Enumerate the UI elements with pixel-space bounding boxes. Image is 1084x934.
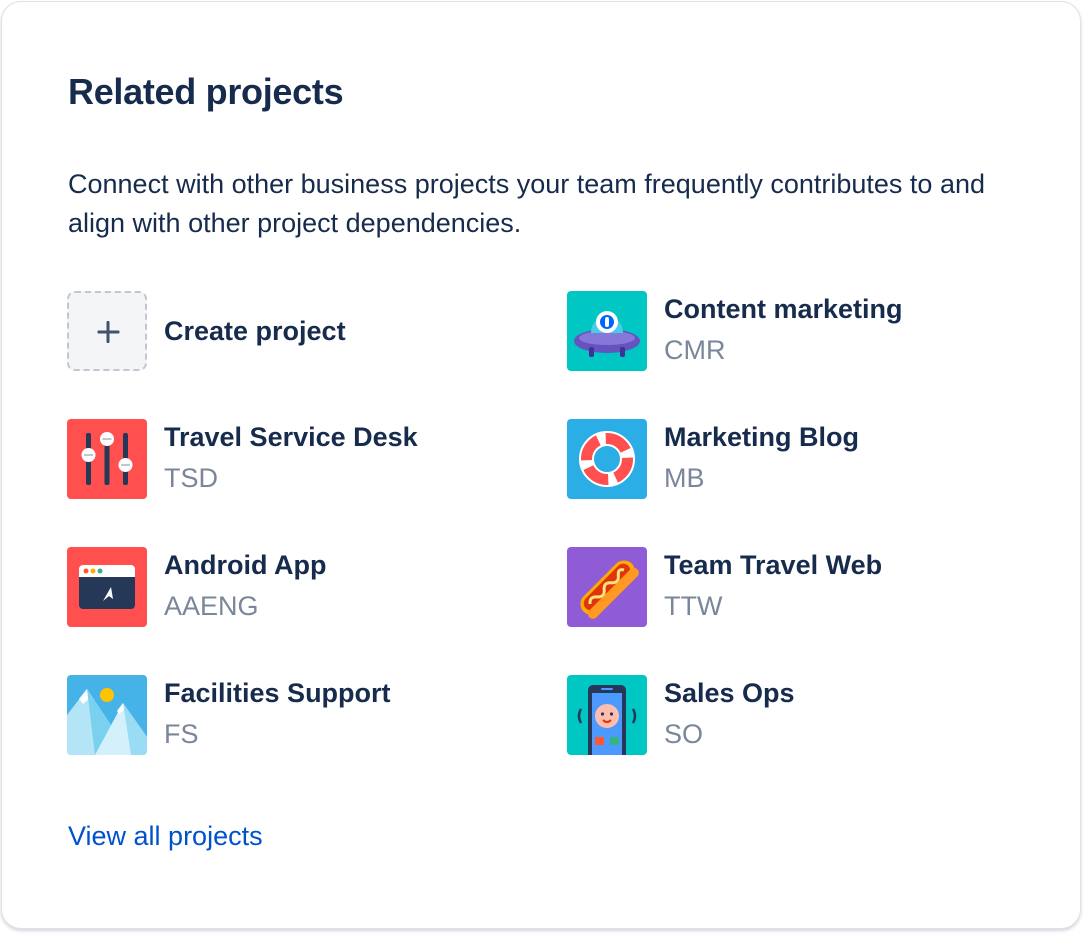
project-key: CMR <box>664 335 726 365</box>
related-projects-card: Related projects Connect with other busi… <box>1 1 1081 929</box>
project-name: Marketing Blog <box>664 422 860 452</box>
plus-icon <box>67 291 147 371</box>
lifebuoy-icon <box>567 419 647 499</box>
create-project-label: Create project <box>164 316 346 346</box>
project-name: Team Travel Web <box>664 550 883 580</box>
create-project-button[interactable]: Create project <box>67 291 346 371</box>
project-name: Travel Service Desk <box>164 422 418 452</box>
project-item-sales-ops[interactable]: Sales Ops SO <box>567 675 795 755</box>
project-key: TTW <box>664 591 723 621</box>
project-name: Sales Ops <box>664 678 795 708</box>
sliders-icon <box>67 419 147 499</box>
mountains-icon <box>67 675 147 755</box>
project-item-facilities-support[interactable]: Facilities Support FS <box>67 675 391 755</box>
project-key: AAENG <box>164 591 259 621</box>
project-item-team-travel-web[interactable]: Team Travel Web TTW <box>567 547 882 627</box>
project-item-android-app[interactable]: Android App AAENG <box>67 547 326 627</box>
phone-face-icon <box>567 675 647 755</box>
project-item-content-marketing[interactable]: Content marketing CMR <box>567 291 903 371</box>
project-item-marketing-blog[interactable]: Marketing Blog MB <box>567 419 859 499</box>
project-key: MB <box>664 463 705 493</box>
project-key: SO <box>664 719 704 749</box>
view-all-projects-link[interactable]: View all projects <box>68 817 263 855</box>
project-name: Facilities Support <box>164 678 391 708</box>
project-name: Content marketing <box>664 294 903 324</box>
project-key: FS <box>164 719 199 749</box>
project-item-travel-service-desk[interactable]: Travel Service Desk TSD <box>67 419 418 499</box>
project-name: Android App <box>164 550 327 580</box>
project-key: TSD <box>164 463 218 493</box>
panel-title: Related projects <box>68 71 344 112</box>
ufo-icon <box>567 291 647 371</box>
browser-window-icon <box>67 547 147 627</box>
panel-description: Connect with other business projects you… <box>68 169 985 238</box>
hotdog-icon <box>567 547 647 627</box>
